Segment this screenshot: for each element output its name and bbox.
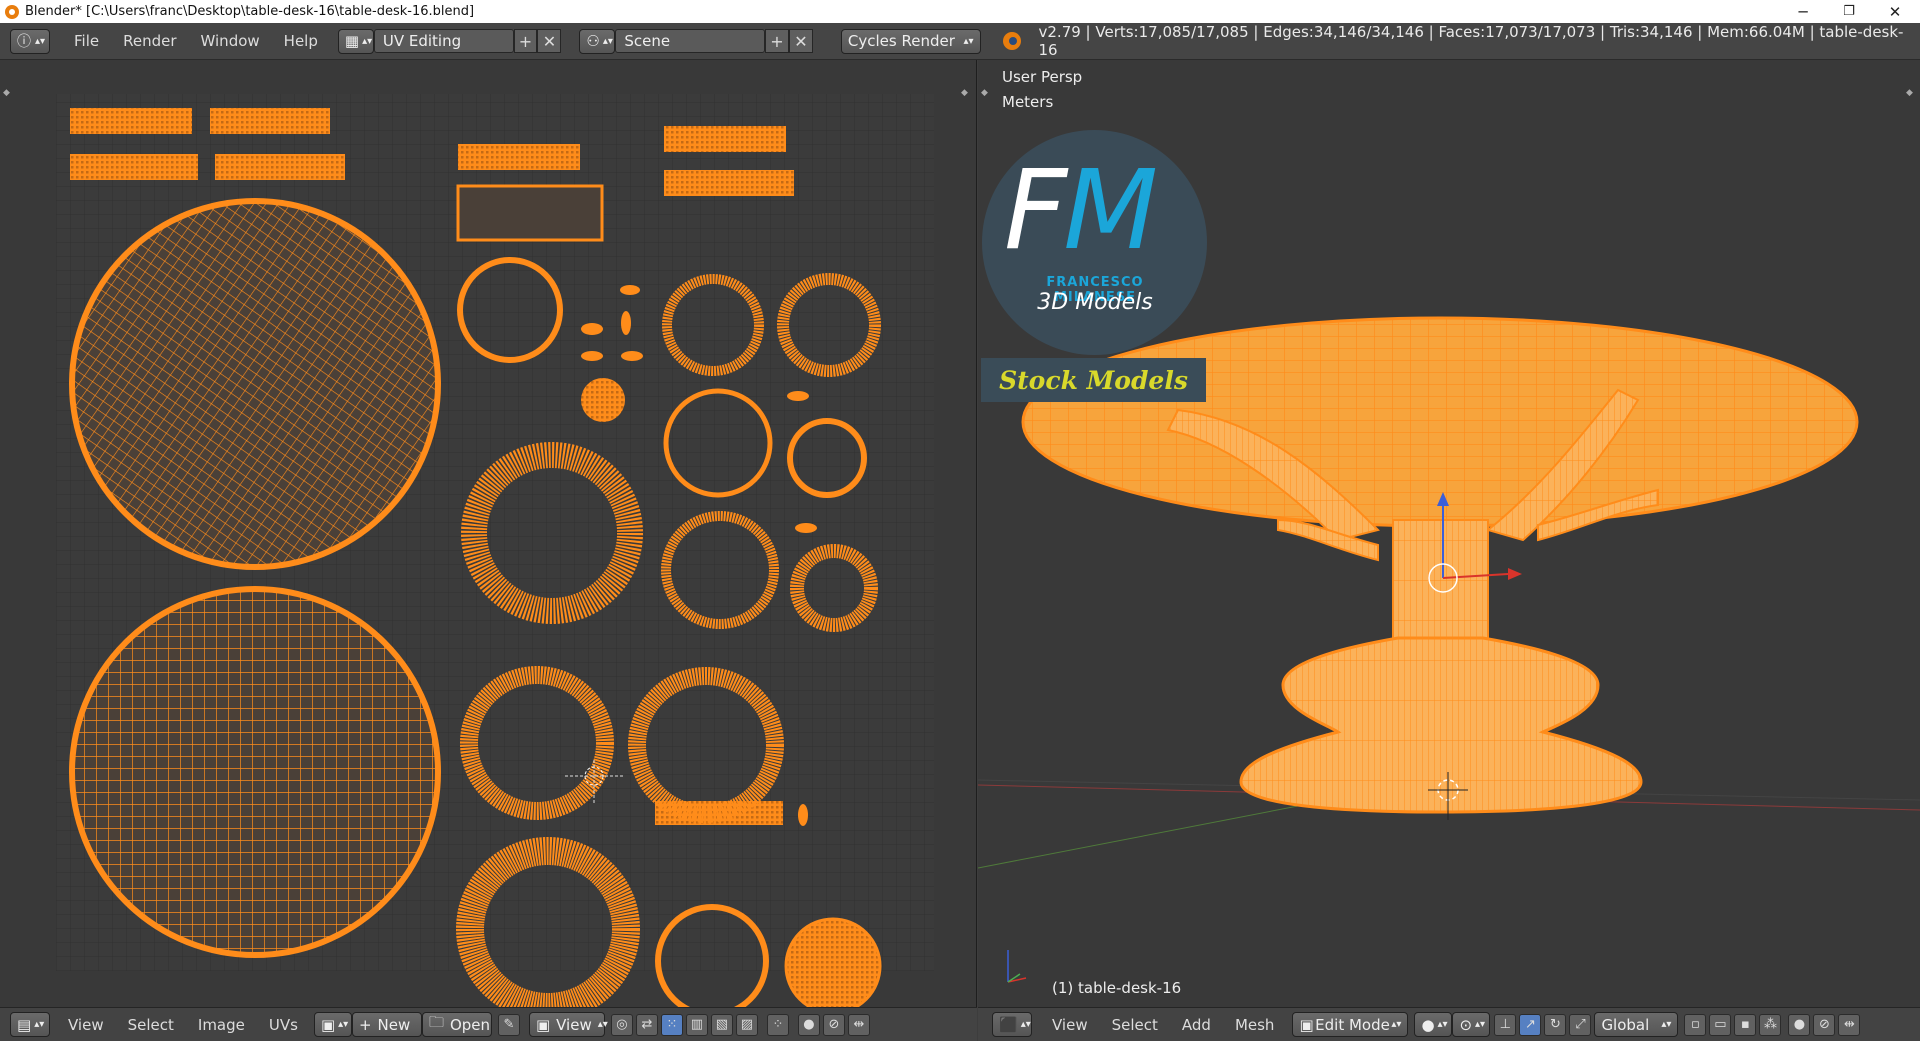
solid-shading-icon: ●	[1421, 1015, 1435, 1034]
logo-line: 3D Models	[1037, 290, 1153, 315]
vp-menu-select[interactable]: Select	[1100, 1016, 1170, 1034]
cube-icon: ⬛	[999, 1015, 1018, 1034]
info-header: ⓘ ▴▾ File Render Window Help ▦ ▴▾ UV Editi…	[0, 23, 1920, 60]
island-select-icon[interactable]: ▨	[735, 1013, 758, 1036]
render-engine-label: Cycles Render	[847, 32, 955, 50]
mode-label: Edit Mode	[1315, 1015, 1390, 1034]
pivot-icon[interactable]: ◎	[610, 1013, 633, 1036]
vp-menu-add[interactable]: Add	[1170, 1016, 1223, 1034]
screen-layout-picker[interactable]: ▦ ▴▾	[337, 28, 374, 54]
add-screen-icon[interactable]: +	[513, 29, 538, 53]
scene-stats: v2.79 | Verts:17,085/17,085 | Edges:34,1…	[1038, 23, 1904, 59]
orientation-dropdown[interactable]: Global ▴▾	[1594, 1012, 1679, 1037]
view-mode-icon: ▣	[535, 1015, 551, 1034]
uv-view-dropdown[interactable]: ▣ View ▴▾	[528, 1012, 608, 1037]
blender-engine-icon	[1002, 32, 1021, 50]
face-select-icon[interactable]: ▧	[710, 1013, 733, 1036]
vp-left-toggle-icon[interactable]: ◆	[981, 88, 988, 98]
object-info: (1) table-desk-16	[1052, 979, 1182, 997]
snap-target-icon[interactable]: ⇹	[847, 1013, 870, 1036]
watermark-logo: FM FRANCESCO MILANESE 3D Models	[980, 130, 1210, 360]
pin-icon[interactable]: ✎	[497, 1013, 520, 1036]
face-mode-icon[interactable]: ▪	[1734, 1013, 1757, 1036]
view-name: User Persp	[1002, 68, 1083, 86]
menu-help[interactable]: Help	[272, 32, 330, 50]
vertex-mode-icon[interactable]: ▫	[1684, 1013, 1707, 1036]
uv-editor-type-button[interactable]: ▤ ▴▾	[10, 1012, 50, 1037]
occlude-geometry-icon[interactable]: ⁂	[1759, 1013, 1782, 1036]
units-label: Meters	[1002, 93, 1054, 111]
menu-window[interactable]: Window	[189, 32, 272, 50]
window-titlebar: Blender* [C:\Users\franc\Desktop\table-d…	[0, 0, 1920, 23]
orientation-label: Global	[1601, 1015, 1650, 1034]
translate-icon[interactable]: ↗	[1519, 1013, 1542, 1036]
sticky-mode-icon[interactable]: ⁘	[766, 1013, 789, 1036]
sync-selection-icon[interactable]: ⇄	[635, 1013, 658, 1036]
vertex-select-icon[interactable]: ⁙	[660, 1013, 683, 1036]
vp-proportional-icon[interactable]: ●	[1788, 1013, 1811, 1036]
mode-dropdown[interactable]: ▣ Edit Mode ▴▾	[1292, 1012, 1409, 1037]
uv-right-toggle-icon[interactable]: ◆	[961, 88, 968, 98]
uv-left-toggle-icon[interactable]: ◆	[3, 88, 10, 98]
add-scene-icon[interactable]: +	[765, 29, 789, 53]
close-button[interactable]: ✕	[1872, 0, 1918, 23]
manipulator-icon[interactable]: ⊥	[1494, 1013, 1517, 1036]
uv-editor-header: ▤ ▴▾ View Select Image UVs ▣ ▴▾ + New 🗀 Open…	[0, 1007, 977, 1041]
shading-dropdown[interactable]: ● ▴▾	[1414, 1012, 1453, 1037]
new-image-label: New	[377, 1015, 411, 1034]
window-title: Blender* [C:\Users\franc\Desktop\table-d…	[25, 4, 475, 19]
rotate-icon[interactable]: ↻	[1544, 1013, 1567, 1036]
scale-icon[interactable]: ⤢	[1569, 1013, 1592, 1036]
blender-logo-icon	[5, 4, 19, 19]
edit-mode-icon: ▣	[1299, 1015, 1314, 1034]
restore-button[interactable]: ❐	[1826, 0, 1872, 23]
pivot-dropdown[interactable]: ⊙ ▴▾	[1452, 1012, 1491, 1037]
proportional-edit-icon[interactable]: ●	[797, 1013, 820, 1036]
scene-icon: ⚇	[586, 32, 600, 50]
pivot-point-icon: ⊙	[1459, 1015, 1473, 1034]
screen-layout-field[interactable]: UV Editing	[373, 29, 514, 53]
open-image-label: Open	[449, 1015, 491, 1034]
viewport-header: ⬛ ▴▾ View Select Add Mesh ▣ Edit Mode ▴▾ ● ▴…	[978, 1007, 1920, 1041]
editor-type-button[interactable]: ⓘ ▴▾	[10, 28, 50, 54]
menu-file[interactable]: File	[62, 32, 111, 50]
vp-snap-target-icon[interactable]: ⇹	[1838, 1013, 1861, 1036]
image-browse-button[interactable]: ▣ ▴▾	[313, 1012, 352, 1037]
render-engine-dropdown[interactable]: Cycles Render ▴▾	[840, 28, 981, 54]
delete-scene-icon[interactable]: ✕	[788, 29, 813, 53]
edge-select-icon[interactable]: ▥	[685, 1013, 708, 1036]
vp-menu-view[interactable]: View	[1040, 1016, 1100, 1034]
uv-view-label: View	[556, 1015, 592, 1034]
uv-menu-uvs[interactable]: UVs	[257, 1016, 310, 1034]
uv-image-editor[interactable]: ◆ ◆	[0, 60, 977, 1021]
open-image-button[interactable]: 🗀 Open	[421, 1012, 492, 1037]
uv-menu-image[interactable]: Image	[186, 1016, 257, 1034]
vp-menu-mesh[interactable]: Mesh	[1223, 1016, 1287, 1034]
stock-models-badge: Stock Models	[981, 358, 1206, 402]
image-browse-icon: ▣	[320, 1015, 336, 1034]
viewport-editor-type-button[interactable]: ⬛ ▴▾	[992, 1012, 1032, 1037]
snap-icon[interactable]: ⊘	[822, 1013, 845, 1036]
scene-picker[interactable]: ⚇ ▴▾	[579, 28, 616, 54]
uv-menu-view[interactable]: View	[56, 1016, 116, 1034]
uv-menu-select[interactable]: Select	[116, 1016, 186, 1034]
vp-snap-icon[interactable]: ⊘	[1813, 1013, 1836, 1036]
menu-render[interactable]: Render	[111, 32, 188, 50]
layout-grid-icon: ▦	[344, 32, 360, 50]
minimize-button[interactable]: ─	[1780, 0, 1826, 23]
scene-field[interactable]: Scene	[615, 29, 766, 53]
info-icon: ⓘ	[17, 34, 31, 50]
vp-right-toggle-icon[interactable]: ◆	[1906, 88, 1913, 98]
edge-mode-icon[interactable]: ▭	[1709, 1013, 1732, 1036]
image-editor-icon: ▤	[17, 1015, 32, 1034]
delete-screen-icon[interactable]: ✕	[537, 29, 562, 53]
uv-canvas[interactable]	[0, 60, 977, 1021]
logo-monogram: FM	[1004, 146, 1158, 274]
folder-icon: 🗀	[428, 1013, 444, 1031]
new-image-button[interactable]: + New	[351, 1012, 422, 1037]
plus-icon: +	[358, 1015, 372, 1034]
